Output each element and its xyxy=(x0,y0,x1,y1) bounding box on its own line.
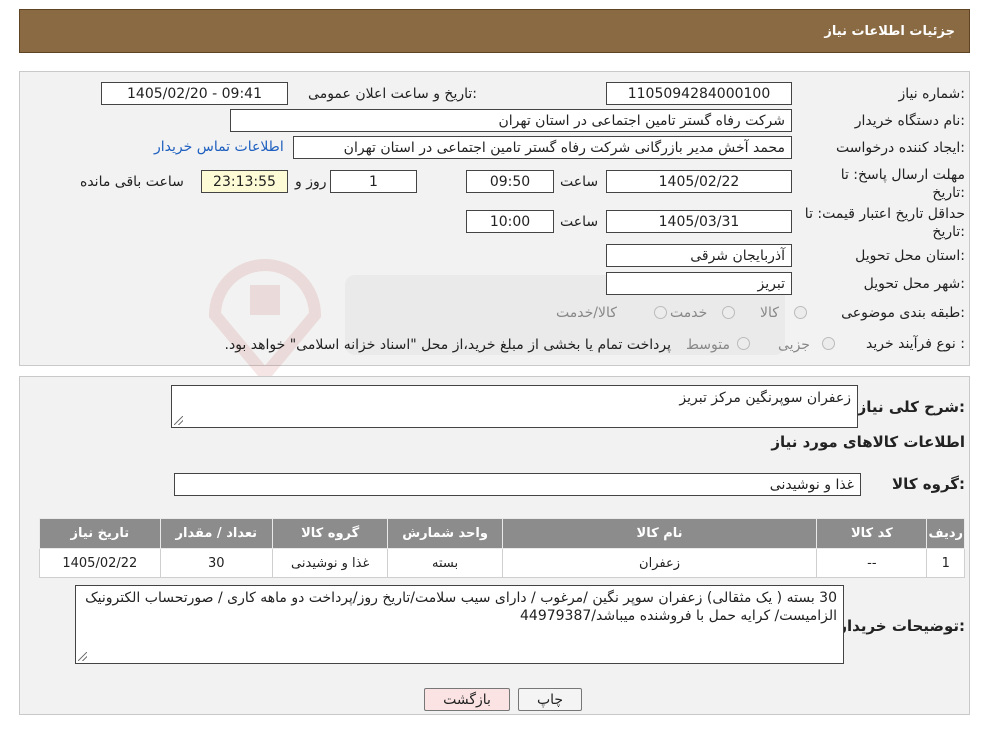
goods-info-title: اطلاعات کالاهای مورد نیاز xyxy=(771,433,965,451)
cell-name: زعفران xyxy=(501,548,818,578)
cell-unit: بسته xyxy=(387,548,503,578)
validity-date-field: 1405/03/31 xyxy=(606,210,792,233)
cell-qty: 30 xyxy=(159,548,273,578)
creator-field: محمد آخش مدیر بازرگانی شرکت رفاه گستر تا… xyxy=(293,136,792,159)
resize-grip-icon[interactable] xyxy=(78,652,87,661)
col-code: کد کالا xyxy=(816,518,928,549)
buyer-notes-field[interactable]: 30 بسته ( یک مثقالی) زعفران سوپر نگین /م… xyxy=(75,585,844,664)
need-number-label: شماره نیاز: xyxy=(898,86,965,102)
col-qty: تعداد / مقدار xyxy=(159,518,273,549)
process-label: نوع فرآیند خرید : xyxy=(866,336,965,352)
buyer-org-label: نام دستگاه خریدار: xyxy=(854,113,965,129)
process-radio-partial[interactable] xyxy=(822,337,835,350)
buyer-notes-label: توضیحات خریدار: xyxy=(838,617,965,635)
category-radio-goods-service[interactable] xyxy=(654,306,667,319)
buyer-contact-link[interactable]: اطلاعات تماس خریدار xyxy=(154,139,284,155)
process-radio-medium[interactable] xyxy=(737,337,750,350)
goods-table-header: ردیف کد کالا نام کالا واحد شمارش گروه کا… xyxy=(39,518,965,549)
process-option-medium: متوسط xyxy=(686,337,730,353)
page-header: جزئیات اطلاعات نیاز xyxy=(19,9,970,53)
col-date: تاریخ نیاز xyxy=(39,518,161,549)
deadline-date-field: 1405/02/22 xyxy=(606,170,792,193)
announce-label: تاریخ و ساعت اعلان عمومی: xyxy=(308,86,477,102)
buyer-org-field: شرکت رفاه گستر تامین اجتماعی در استان ته… xyxy=(230,109,792,132)
deadline-time-label: ساعت xyxy=(560,174,599,190)
province-label: استان محل تحویل: xyxy=(855,248,965,264)
category-radio-service[interactable] xyxy=(722,306,735,319)
cell-date: 1405/02/22 xyxy=(39,548,161,578)
cell-row: 1 xyxy=(926,548,965,578)
validity-time-label: ساعت xyxy=(560,214,599,230)
validity-label: حداقل تاریخ اعتبار قیمت: تا تاریخ: xyxy=(804,206,965,240)
col-name: نام کالا xyxy=(501,518,818,549)
general-desc-field[interactable]: زعفران سوپرنگین مرکز تبریز xyxy=(171,385,858,428)
table-row: 1 -- زعفران بسته غذا و نوشیدنی 30 1405/0… xyxy=(39,548,965,578)
print-button[interactable]: چاپ xyxy=(518,688,582,711)
cell-group: غذا و نوشیدنی xyxy=(271,548,389,578)
goods-group-label: گروه کالا: xyxy=(892,475,965,493)
col-row: ردیف xyxy=(926,518,965,549)
category-option-goods-service: کالا/خدمت xyxy=(556,305,617,321)
creator-label: ایجاد کننده درخواست: xyxy=(836,140,965,156)
city-field: تبریز xyxy=(606,272,792,295)
category-radio-goods[interactable] xyxy=(794,306,807,319)
col-unit: واحد شمارش xyxy=(387,518,503,549)
general-desc-label: شرح کلی نیاز: xyxy=(857,398,965,416)
page-title: جزئیات اطلاعات نیاز xyxy=(824,23,955,39)
category-option-goods: کالا xyxy=(760,305,779,321)
process-option-partial: جزیی xyxy=(778,337,810,353)
days-label: روز و xyxy=(295,174,327,190)
remaining-time-field: 23:13:55 xyxy=(201,170,288,193)
category-label: طبقه بندی موضوعی: xyxy=(841,305,965,321)
cell-code: -- xyxy=(816,548,928,578)
process-note: پرداخت تمام یا بخشی از مبلغ خرید،از محل … xyxy=(224,337,671,353)
general-desc-text: زعفران سوپرنگین مرکز تبریز xyxy=(679,390,851,406)
deadline-label: مهلت ارسال پاسخ: تا تاریخ: xyxy=(840,167,965,201)
announce-datetime-field: 1405/02/20 - 09:41 xyxy=(101,82,288,105)
days-field: 1 xyxy=(330,170,417,193)
need-number-field: 1105094284000100 xyxy=(606,82,792,105)
category-option-service: خدمت xyxy=(670,305,708,321)
deadline-time-field: 09:50 xyxy=(466,170,554,193)
goods-table: ردیف کد کالا نام کالا واحد شمارش گروه کا… xyxy=(39,518,965,578)
col-group: گروه کالا xyxy=(271,518,389,549)
goods-group-field: غذا و نوشیدنی xyxy=(174,473,861,496)
resize-grip-icon[interactable] xyxy=(174,416,183,425)
buyer-notes-text: 30 بسته ( یک مثقالی) زعفران سوپر نگین /م… xyxy=(85,590,837,624)
validity-time-field: 10:00 xyxy=(466,210,554,233)
province-field: آذربایجان شرقی xyxy=(606,244,792,267)
city-label: شهر محل تحویل: xyxy=(863,276,965,292)
remaining-label: ساعت باقی مانده xyxy=(80,174,184,190)
back-button[interactable]: بازگشت xyxy=(424,688,510,711)
